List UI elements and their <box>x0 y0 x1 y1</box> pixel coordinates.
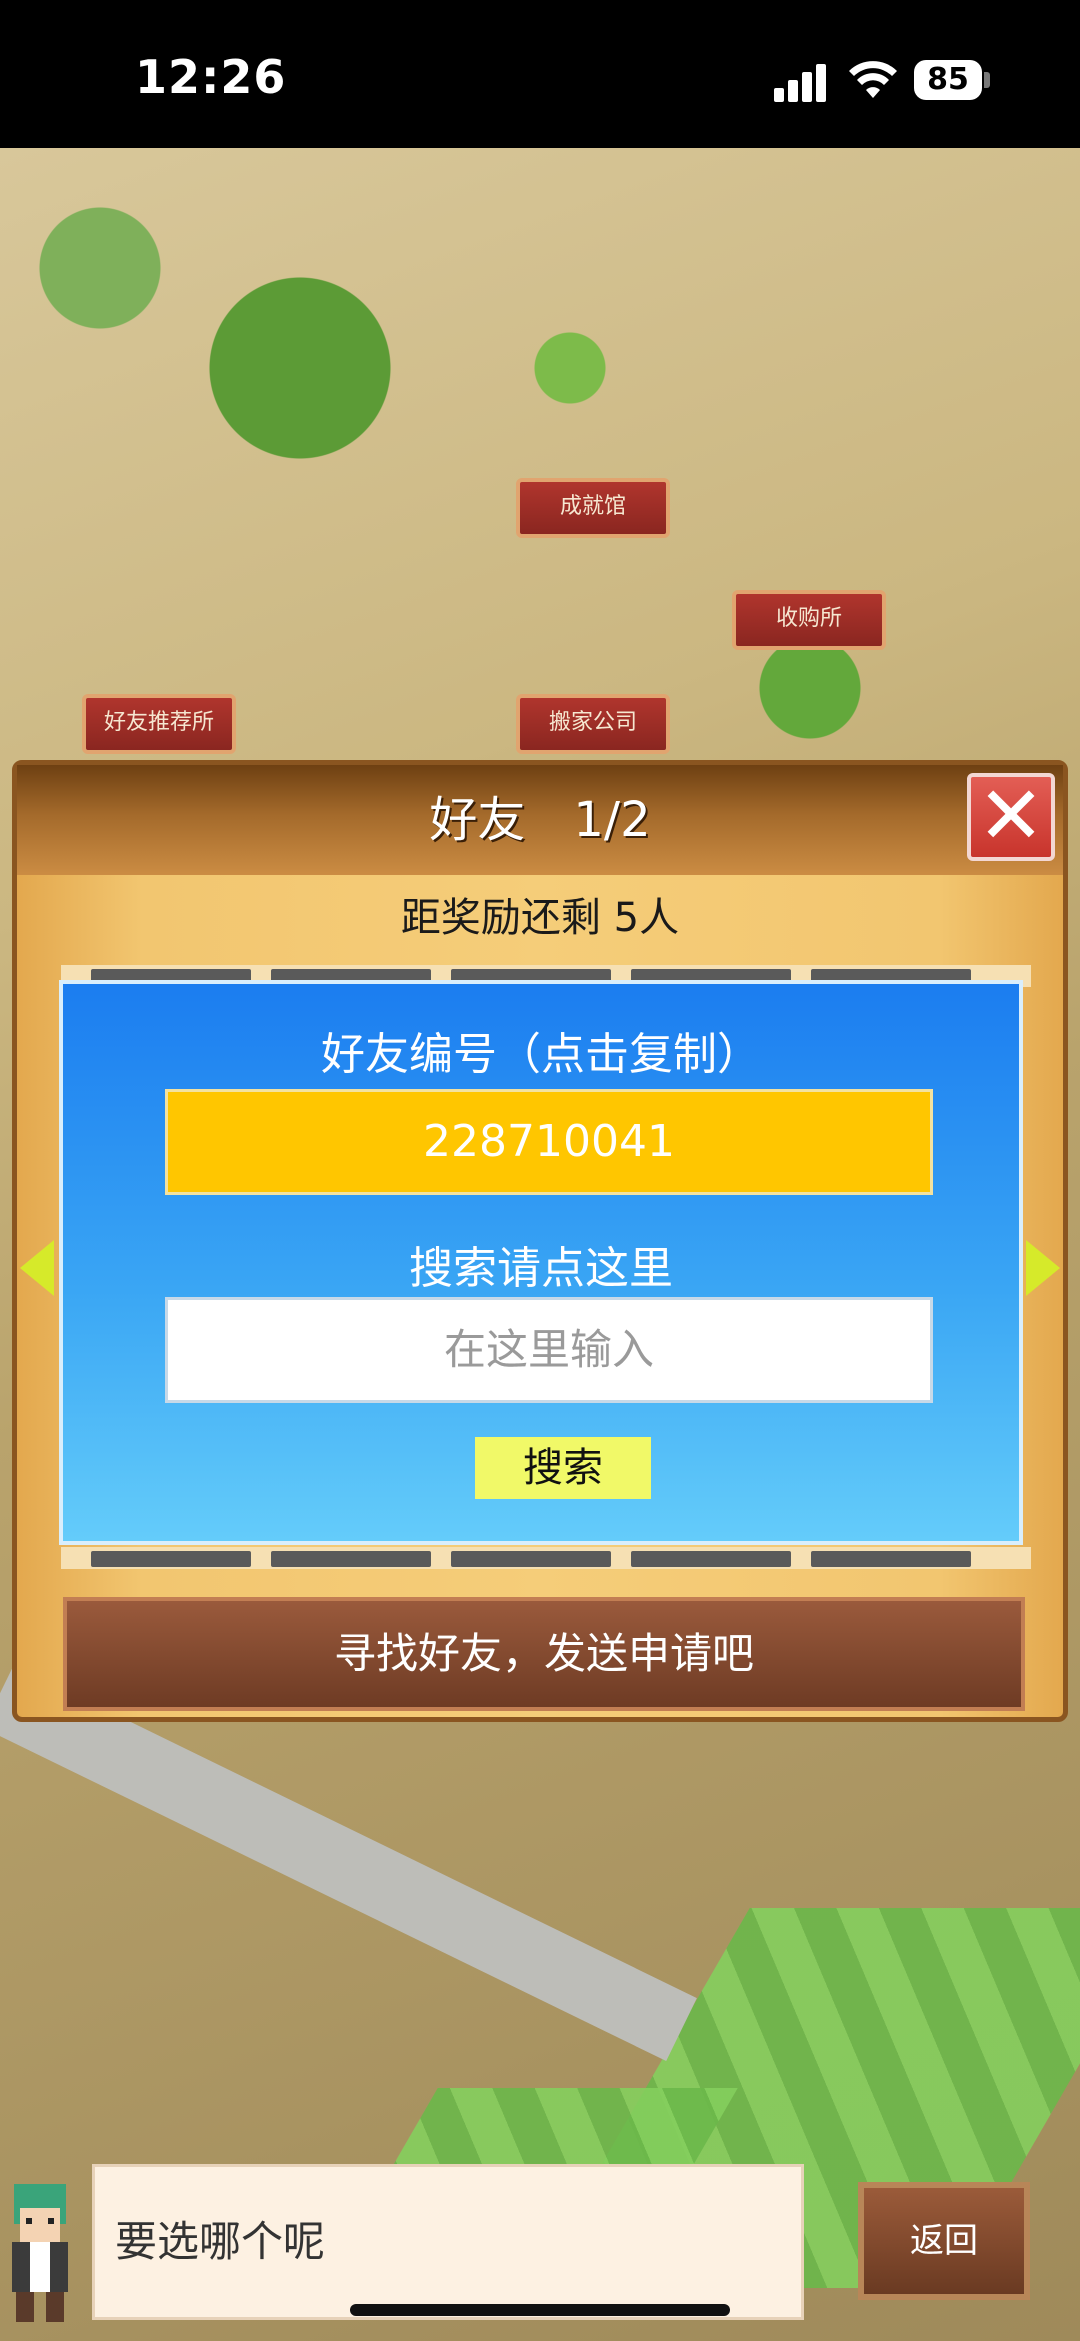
find-friend-button[interactable]: 寻找好友，发送申请吧 <box>63 1597 1025 1711</box>
status-time: 12:26 <box>135 50 287 104</box>
sign-friend-recommend[interactable]: 好友推荐所 <box>82 694 236 754</box>
friend-id-panel: 好友编号（点击复制） 228710041 搜索请点这里 在这里输入 搜索 <box>59 980 1023 1545</box>
search-input[interactable]: 在这里输入 <box>165 1297 933 1403</box>
sign-moving-company[interactable]: 搬家公司 <box>516 694 670 754</box>
search-label: 搜索请点这里 <box>409 1243 673 1294</box>
friend-id-copy-button[interactable]: 228710041 <box>165 1089 933 1195</box>
page-slot <box>91 1551 251 1567</box>
cellular-signal-icon <box>774 62 834 102</box>
sign-achievement-hall[interactable]: 成就馆 <box>516 478 670 538</box>
page-slot <box>811 1551 971 1567</box>
sign-purchase-office[interactable]: 收购所 <box>732 590 886 650</box>
page-slot <box>451 1551 611 1567</box>
friend-dialog: 好友 1/2 ✕ 距奖励还剩 5人 好友编号（点击复制） 228710041 搜… <box>12 760 1068 1722</box>
character-avatar <box>12 2184 68 2322</box>
wifi-icon <box>849 61 897 98</box>
dialog-title: 好友 1/2 <box>17 765 1063 875</box>
back-button[interactable]: 返回 <box>858 2182 1030 2300</box>
next-page-arrow-icon[interactable] <box>1026 1240 1060 1296</box>
page-slot <box>271 1551 431 1567</box>
status-bar: 12:26 85 <box>0 0 1080 148</box>
home-indicator[interactable] <box>350 2304 730 2316</box>
message-box: 要选哪个呢 <box>92 2164 804 2320</box>
search-button[interactable]: 搜索 <box>475 1437 651 1499</box>
battery-icon: 85 <box>914 60 982 100</box>
page-slot <box>631 1551 791 1567</box>
close-icon[interactable]: ✕ <box>967 773 1055 861</box>
road <box>0 1664 697 2062</box>
battery-tip <box>984 72 990 88</box>
reward-progress-text: 距奖励还剩 5人 <box>400 895 680 941</box>
friend-id-label: 好友编号（点击复制） <box>321 1029 761 1080</box>
page-slots-bottom <box>61 1547 1031 1569</box>
prev-page-arrow-icon[interactable] <box>20 1240 54 1296</box>
